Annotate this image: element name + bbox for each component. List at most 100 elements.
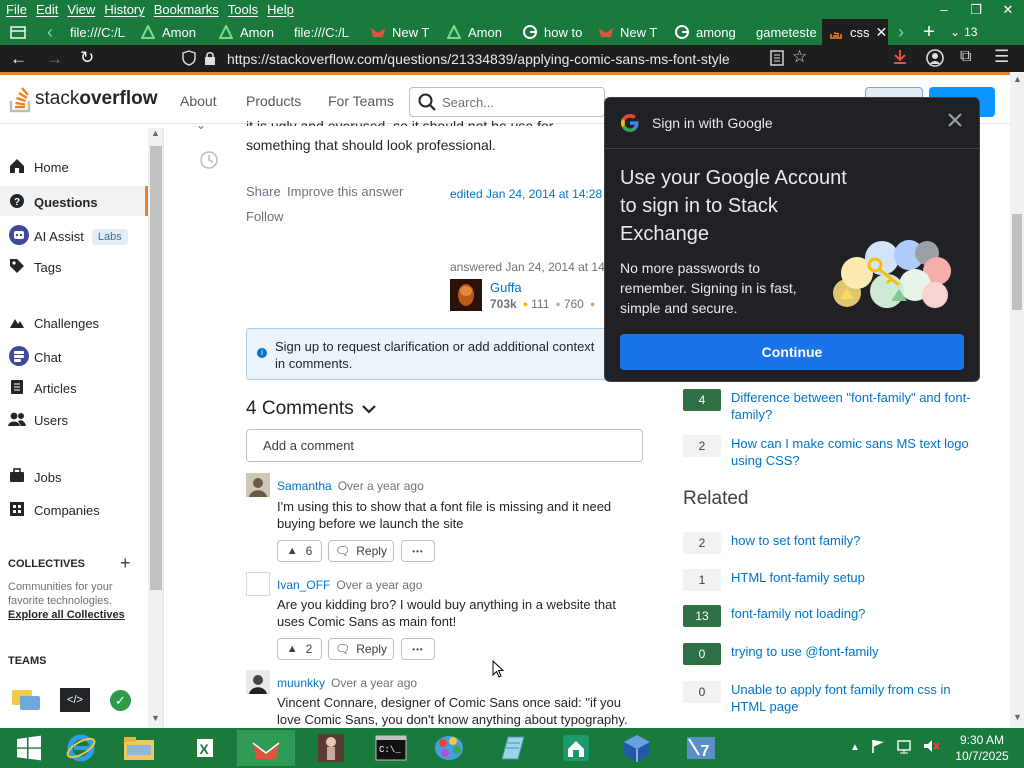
menu-view[interactable]: View xyxy=(65,2,102,17)
comment-avatar[interactable] xyxy=(246,670,270,694)
taskbar-notepad[interactable] xyxy=(482,730,540,766)
taskbar-game[interactable] xyxy=(302,730,360,766)
tab-among-2[interactable]: Amon xyxy=(212,19,288,45)
question-title-link[interactable]: How can I make comic sans MS text logo u… xyxy=(731,435,983,469)
scroll-up-icon[interactable]: ▲ xyxy=(151,128,160,138)
comment-upvote-button[interactable]: ▲ 2 xyxy=(277,638,322,660)
vote-down-icon[interactable]: ⌄ xyxy=(196,118,206,132)
taskbar-command-prompt[interactable]: C:\_ xyxy=(362,730,420,766)
tab-file-2[interactable]: file:///C:/L xyxy=(288,19,364,45)
history-icon[interactable] xyxy=(199,150,219,173)
tab-css-active[interactable]: css ✕ xyxy=(822,19,888,45)
menu-tools[interactable]: Tools xyxy=(226,2,265,17)
sidebar-item-articles[interactable]: Articles xyxy=(8,379,77,398)
tab-scroll-right-icon[interactable]: › xyxy=(888,22,914,43)
related-question[interactable]: 2 how to set font family? xyxy=(683,532,983,554)
taskbar-home-app[interactable] xyxy=(547,730,605,766)
close-tab-icon[interactable]: ✕ xyxy=(876,24,888,41)
add-comment-input[interactable]: Add a comment xyxy=(246,429,643,462)
menu-bookmarks[interactable]: Bookmarks xyxy=(152,2,226,17)
page-scrollbar-thumb[interactable] xyxy=(1012,214,1022,310)
tray-overflow-icon[interactable]: ▲ xyxy=(850,742,860,753)
tab-newtab-2[interactable]: New T xyxy=(592,19,668,45)
related-question[interactable]: 13 font-family not loading? xyxy=(683,605,983,627)
tab-among-3[interactable]: Amon xyxy=(440,19,516,45)
comment-user-link[interactable]: Samantha xyxy=(277,479,332,493)
hamburger-menu-icon[interactable]: ☰ xyxy=(994,47,1009,67)
comment-user-link[interactable]: muunkky xyxy=(277,676,325,690)
bookmark-star-icon[interactable]: ☆ xyxy=(792,47,807,67)
related-question[interactable]: 0 Unable to apply font family from css i… xyxy=(683,681,983,715)
comment-more-button[interactable]: ••• xyxy=(401,638,435,660)
extensions-icon[interactable]: ⧉ xyxy=(960,48,971,66)
linked-question[interactable]: 4 Difference between "font-family" and f… xyxy=(683,389,983,423)
google-continue-button[interactable]: Continue xyxy=(620,334,964,370)
restore-button[interactable]: ❐ xyxy=(960,0,992,19)
scroll-down-icon[interactable]: ▼ xyxy=(1013,712,1022,722)
reader-view-icon[interactable] xyxy=(770,50,784,69)
taskbar-firefox-active[interactable] xyxy=(237,730,295,766)
nav-products[interactable]: Products xyxy=(246,93,301,109)
tab-list-button[interactable]: ⌄ 13 xyxy=(944,25,977,39)
nav-about[interactable]: About xyxy=(180,93,217,109)
menu-help[interactable]: Help xyxy=(265,2,301,17)
sidebar-item-ai-assist[interactable]: AI Assist Labs xyxy=(8,224,128,249)
improve-answer-link[interactable]: Improve this answer xyxy=(287,184,403,199)
sidebar-item-challenges[interactable]: Challenges xyxy=(8,314,99,333)
related-question[interactable]: 1 HTML font-family setup xyxy=(683,569,983,591)
edited-link[interactable]: edited Jan 24, 2014 at 14:28 xyxy=(450,187,602,201)
close-window-button[interactable]: ✕ xyxy=(992,0,1024,19)
page-scrollbar[interactable]: ▲ ▼ xyxy=(1010,72,1024,728)
related-question[interactable]: 0 trying to use @font-family xyxy=(683,643,983,665)
comment-reply-button[interactable]: 🗨 Reply xyxy=(328,638,394,660)
downloads-icon[interactable] xyxy=(892,49,908,68)
taskbar-file-explorer[interactable] xyxy=(110,730,168,766)
avatar[interactable] xyxy=(450,279,482,311)
menu-history[interactable]: History xyxy=(102,2,151,17)
comment-more-button[interactable]: ••• xyxy=(401,540,435,562)
sidebar-item-users[interactable]: Users xyxy=(8,411,68,430)
menu-file[interactable]: File xyxy=(4,2,34,17)
sidebar-item-home[interactable]: Home xyxy=(8,158,69,177)
sidebar-item-tags[interactable]: Tags xyxy=(8,258,61,277)
question-title-link[interactable]: trying to use @font-family xyxy=(731,643,879,660)
stackoverflow-logo[interactable]: stack overflow xyxy=(8,85,157,113)
taskbar-paint[interactable] xyxy=(420,730,478,766)
comments-heading[interactable]: 4 Comments xyxy=(246,398,376,420)
url-text[interactable]: https://stackoverflow.com/questions/2133… xyxy=(227,51,730,67)
add-collective-icon[interactable]: + xyxy=(120,553,131,574)
follow-link[interactable]: Follow xyxy=(246,209,284,224)
start-button[interactable] xyxy=(0,730,58,766)
back-arrow-icon[interactable]: ← xyxy=(10,49,27,69)
list-all-tabs-icon[interactable] xyxy=(0,19,36,45)
scroll-up-icon[interactable]: ▲ xyxy=(1013,74,1022,84)
comment-avatar[interactable] xyxy=(246,473,270,497)
url-bar[interactable]: https://stackoverflow.com/questions/2133… xyxy=(176,47,766,70)
share-link[interactable]: Share xyxy=(246,184,281,199)
sidebar-item-chat[interactable]: Chat xyxy=(8,345,61,370)
sidebar-scrollbar[interactable]: ▲ ▼ xyxy=(148,128,164,728)
close-icon[interactable] xyxy=(947,112,963,131)
linked-question[interactable]: 2 How can I make comic sans MS text logo… xyxy=(683,435,983,469)
taskbar-7zip[interactable]: 7 xyxy=(672,730,730,766)
account-icon[interactable] xyxy=(926,49,944,70)
sidebar-item-questions[interactable]: ? Questions xyxy=(0,186,148,216)
tab-gameteste[interactable]: gameteste xyxy=(744,19,822,45)
answer-user-link[interactable]: Guffa xyxy=(490,280,522,295)
clock[interactable]: 9:30 AM 10/7/2025 xyxy=(950,732,1014,764)
comment-avatar[interactable] xyxy=(246,572,270,596)
question-title-link[interactable]: how to set font family? xyxy=(731,532,860,549)
minimize-button[interactable]: – xyxy=(928,0,960,19)
tab-scroll-left-icon[interactable]: ‹ xyxy=(36,22,64,43)
comment-reply-button[interactable]: 🗨 Reply xyxy=(328,540,394,562)
taskbar-virtualbox[interactable] xyxy=(608,730,666,766)
question-title-link[interactable]: Unable to apply font family from css in … xyxy=(731,681,983,715)
search-input[interactable]: Search... xyxy=(409,87,605,117)
menu-edit[interactable]: Edit xyxy=(34,2,65,17)
tab-google-1[interactable]: how to xyxy=(516,19,592,45)
network-icon[interactable] xyxy=(896,738,912,757)
volume-muted-icon[interactable] xyxy=(922,738,940,757)
explore-collectives-link[interactable]: Explore all Collectives xyxy=(8,609,125,621)
comment-user-link[interactable]: Ivan_OFF xyxy=(277,578,330,592)
tab-file-1[interactable]: file:///C:/L xyxy=(64,19,134,45)
